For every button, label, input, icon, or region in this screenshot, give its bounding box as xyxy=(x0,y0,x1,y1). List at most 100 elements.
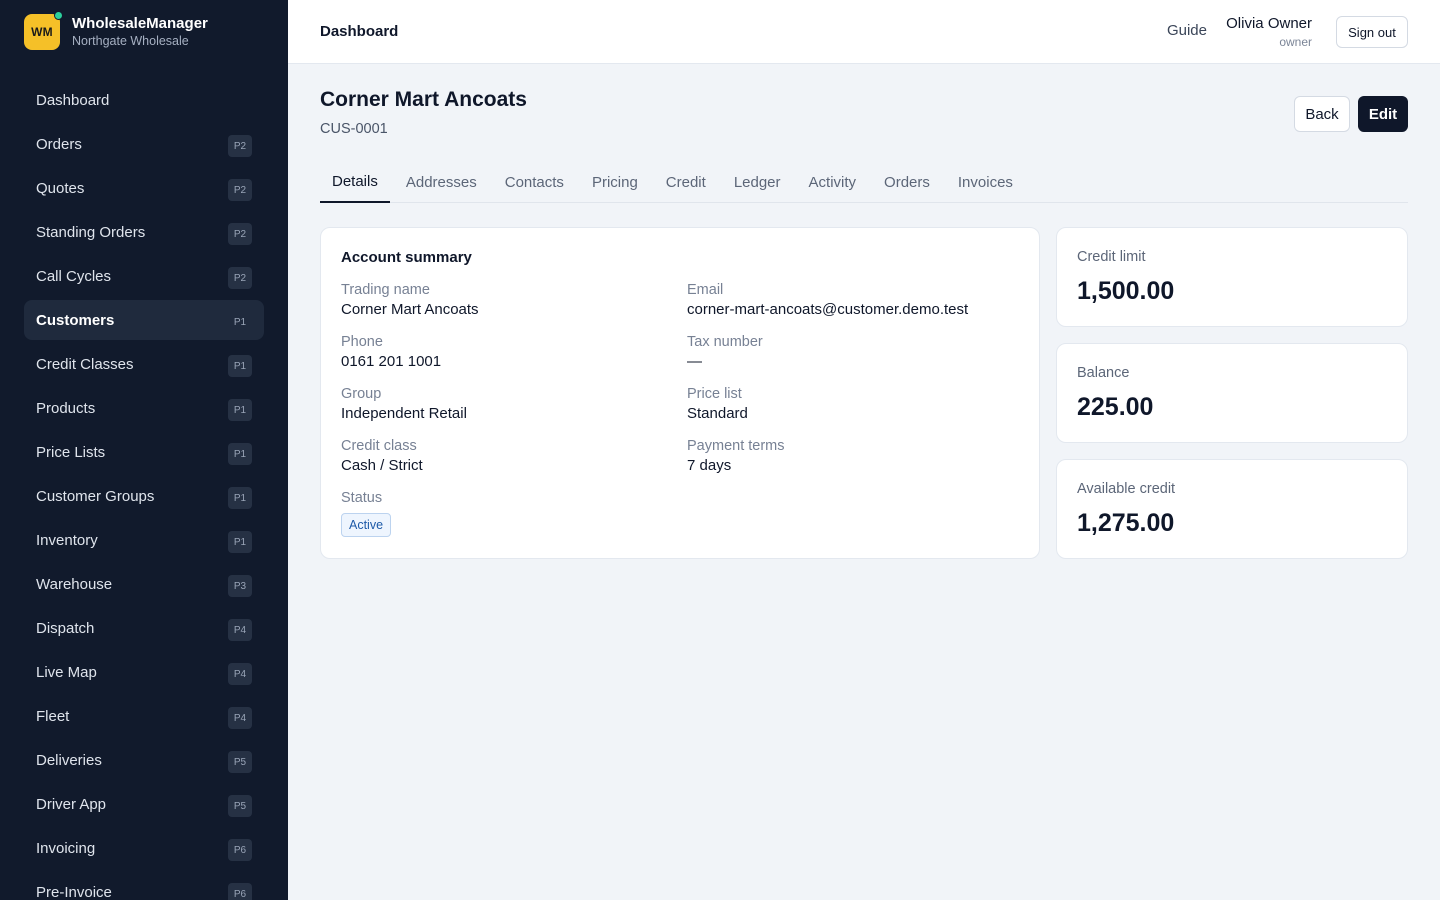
sidebar-item-label: Warehouse xyxy=(36,575,113,593)
credit-limit-card: Credit limit 1,500.00 xyxy=(1056,227,1408,327)
field-label: Group xyxy=(341,386,382,402)
phase-badge: P5 xyxy=(228,795,252,817)
sidebar-item-fleet[interactable]: Fleet P4 xyxy=(24,696,264,736)
field-value: 7 days xyxy=(687,457,732,474)
tab-orders[interactable]: Orders xyxy=(872,162,942,202)
stat-label: Credit limit xyxy=(1077,249,1146,265)
phase-badge: P6 xyxy=(228,839,252,861)
sidebar-item-customer-groups[interactable]: Customer Groups P1 xyxy=(24,476,264,516)
field-label: Payment terms xyxy=(687,438,785,454)
sidebar-item-label: Driver App xyxy=(36,795,107,813)
sidebar-item-quotes[interactable]: Quotes P2 xyxy=(24,168,264,208)
sidebar-item-label: Pre-Invoice xyxy=(36,883,112,900)
edit-button[interactable]: Edit xyxy=(1358,96,1408,132)
status-badge: Active xyxy=(341,513,392,537)
sidebar-item-standing-orders[interactable]: Standing Orders P2 xyxy=(24,212,264,252)
sidebar-item-label: Price Lists xyxy=(36,443,106,461)
sidebar-item-products[interactable]: Products P1 xyxy=(24,388,264,428)
field-status: Status Active xyxy=(341,488,392,537)
field-credit-class: Credit class Cash / Strict xyxy=(341,436,423,476)
breadcrumb[interactable]: Dashboard xyxy=(320,23,398,40)
account-summary-card: Account summary Trading name Corner Mart… xyxy=(320,227,1040,559)
page-title: Corner Mart Ancoats xyxy=(320,88,527,111)
field-value: Independent Retail xyxy=(341,405,467,422)
card-title: Account summary xyxy=(341,249,472,266)
user-name: Olivia Owner xyxy=(1226,15,1312,32)
sidebar-item-label: Products xyxy=(36,399,96,417)
app-logo: WM xyxy=(24,11,63,50)
logo-text: WM xyxy=(31,25,53,39)
company-name: Northgate Wholesale xyxy=(72,34,189,48)
tab-credit[interactable]: Credit xyxy=(654,162,718,202)
sidebar-item-label: Call Cycles xyxy=(36,267,112,285)
sidebar-item-credit-classes[interactable]: Credit Classes P1 xyxy=(24,344,264,384)
tab-bar: Details Addresses Contacts Pricing Credit Led… xyxy=(320,162,1408,203)
sidebar-item-label: Customers xyxy=(36,311,115,329)
sidebar-item-price-lists[interactable]: Price Lists P1 xyxy=(24,432,264,472)
user-role: owner xyxy=(1279,35,1312,49)
phase-badge: P1 xyxy=(228,531,252,553)
phase-badge: P3 xyxy=(228,575,252,597)
tab-pricing[interactable]: Pricing xyxy=(580,162,650,202)
sidebar: WM WholesaleManager Northgate Wholesale … xyxy=(0,0,288,900)
field-label: Status xyxy=(341,490,383,506)
field-trading-name: Trading name Corner Mart Ancoats xyxy=(341,280,479,320)
field-price-list: Price list Standard xyxy=(687,384,748,424)
back-button[interactable]: Back xyxy=(1294,96,1350,132)
phase-badge: P5 xyxy=(228,751,252,773)
tab-activity[interactable]: Activity xyxy=(797,162,869,202)
sidebar-item-invoicing[interactable]: Invoicing P6 xyxy=(24,828,264,868)
sidebar-item-pre-invoice[interactable]: Pre-Invoice P6 xyxy=(24,872,264,900)
field-value: Standard xyxy=(687,405,748,422)
field-value: 0161 201 1001 xyxy=(341,353,442,370)
guide-link[interactable]: Guide xyxy=(1167,22,1207,39)
field-tax-number: Tax number — xyxy=(687,332,763,372)
online-indicator-icon xyxy=(54,11,63,20)
tab-contacts[interactable]: Contacts xyxy=(493,162,576,202)
balance-card: Balance 225.00 xyxy=(1056,343,1408,443)
stat-label: Balance xyxy=(1077,365,1130,381)
sidebar-item-warehouse[interactable]: Warehouse P3 xyxy=(24,564,264,604)
field-label: Phone xyxy=(341,334,383,350)
sidebar-item-label: Credit Classes xyxy=(36,355,134,373)
tab-addresses[interactable]: Addresses xyxy=(394,162,489,202)
field-phone: Phone 0161 201 1001 xyxy=(341,332,441,372)
field-email: Email corner-mart-ancoats@customer.demo.… xyxy=(687,280,968,320)
sidebar-item-customers[interactable]: Customers P1 xyxy=(24,300,264,340)
field-group: Group Independent Retail xyxy=(341,384,467,424)
sidebar-item-label: Customer Groups xyxy=(36,487,155,505)
user-menu[interactable]: Olivia Owner owner xyxy=(1226,14,1312,50)
brand[interactable]: WM WholesaleManager Northgate Wholesale xyxy=(24,11,208,50)
sidebar-item-driver-app[interactable]: Driver App P5 xyxy=(24,784,264,824)
field-label: Credit class xyxy=(341,438,417,454)
sign-out-button[interactable]: Sign out xyxy=(1336,16,1408,48)
stat-value: 1,500.00 xyxy=(1077,277,1175,305)
sidebar-item-label: Dispatch xyxy=(36,619,95,637)
phase-badge: P4 xyxy=(228,663,252,685)
phase-badge: P4 xyxy=(228,619,252,641)
field-value: — xyxy=(687,353,702,370)
tab-ledger[interactable]: Ledger xyxy=(722,162,793,202)
stat-value: 1,275.00 xyxy=(1077,509,1175,537)
sidebar-item-label: Dashboard xyxy=(36,91,110,109)
sidebar-item-orders[interactable]: Orders P2 xyxy=(24,124,264,164)
stat-value: 225.00 xyxy=(1077,393,1154,421)
sidebar-item-label: Invoicing xyxy=(36,839,96,857)
sidebar-item-label: Fleet xyxy=(36,707,70,725)
tab-details[interactable]: Details xyxy=(320,162,390,203)
tab-invoices[interactable]: Invoices xyxy=(946,162,1025,202)
sidebar-item-dispatch[interactable]: Dispatch P4 xyxy=(24,608,264,648)
sidebar-item-live-map[interactable]: Live Map P4 xyxy=(24,652,264,692)
sidebar-item-label: Deliveries xyxy=(36,751,102,769)
sidebar-item-inventory[interactable]: Inventory P1 xyxy=(24,520,264,560)
phase-badge: P1 xyxy=(228,399,252,421)
phase-badge: P2 xyxy=(228,179,252,201)
field-value: Corner Mart Ancoats xyxy=(341,301,479,318)
sidebar-item-call-cycles[interactable]: Call Cycles P2 xyxy=(24,256,264,296)
sidebar-nav: Dashboard Orders P2 Quotes P2 Standing Orders… xyxy=(24,80,264,900)
sidebar-item-deliveries[interactable]: Deliveries P5 xyxy=(24,740,264,780)
app-name: WholesaleManager xyxy=(72,15,208,32)
field-payment-terms: Payment terms 7 days xyxy=(687,436,785,476)
phase-badge: P4 xyxy=(228,707,252,729)
sidebar-item-dashboard[interactable]: Dashboard xyxy=(24,80,264,120)
